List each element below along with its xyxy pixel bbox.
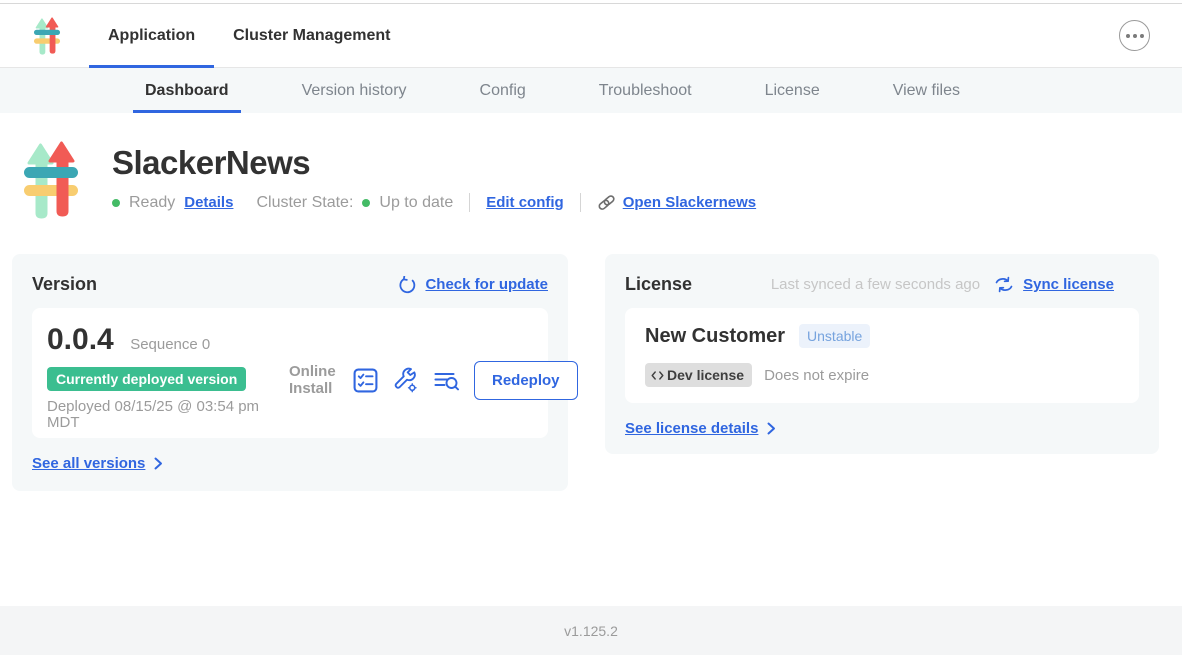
dashboard-cards: Version Check for update 0.0.4 Sequence bbox=[0, 220, 1182, 491]
tab-version-history[interactable]: Version history bbox=[290, 68, 419, 113]
license-details-panel: New Customer Unstable Dev license Does n… bbox=[625, 308, 1139, 403]
status-details-link[interactable]: Details bbox=[184, 194, 233, 211]
code-icon bbox=[651, 370, 664, 381]
license-card-title: License bbox=[625, 274, 692, 295]
app-sub-nav: Dashboard Version history Config Trouble… bbox=[0, 68, 1182, 113]
wrench-gear-icon bbox=[392, 367, 419, 394]
deployed-status-badge: Currently deployed version bbox=[47, 367, 246, 391]
app-header: SlackerNews Ready Details Cluster State:… bbox=[0, 113, 1182, 220]
version-number: 0.0.4 bbox=[47, 323, 114, 356]
console-version-text: v1.125.2 bbox=[564, 623, 618, 639]
tab-application-label: Application bbox=[108, 27, 195, 45]
version-actions: Online Install bbox=[289, 361, 578, 400]
check-for-update-link[interactable]: Check for update bbox=[425, 276, 548, 293]
nav-spacer bbox=[409, 4, 1119, 67]
refresh-icon bbox=[398, 276, 416, 294]
sync-license-link[interactable]: Sync license bbox=[1023, 276, 1114, 293]
open-app-link-label[interactable]: Open Slackernews bbox=[623, 194, 756, 211]
version-info: 0.0.4 Sequence 0 Currently deployed vers… bbox=[47, 323, 289, 438]
divider bbox=[580, 193, 581, 212]
page: Application Cluster Management Dashboard… bbox=[0, 0, 1182, 655]
brand-logo bbox=[33, 4, 61, 67]
chevron-right-icon bbox=[154, 457, 163, 470]
see-all-versions-link[interactable]: See all versions bbox=[32, 455, 145, 472]
more-menu-button[interactable] bbox=[1119, 20, 1150, 51]
sync-arrows-icon bbox=[994, 276, 1014, 293]
deploy-logs-button[interactable] bbox=[432, 368, 461, 394]
app-info: SlackerNews Ready Details Cluster State:… bbox=[112, 140, 756, 220]
preflight-checks-button[interactable] bbox=[352, 367, 379, 394]
tab-application[interactable]: Application bbox=[89, 4, 214, 67]
check-for-update-action[interactable]: Check for update bbox=[398, 276, 548, 294]
tab-dashboard[interactable]: Dashboard bbox=[133, 68, 241, 113]
preflight-checks-icon bbox=[352, 367, 379, 394]
edit-config-link[interactable]: Edit config bbox=[486, 194, 564, 211]
sync-license-action[interactable]: Sync license bbox=[994, 276, 1139, 293]
tab-license[interactable]: License bbox=[753, 68, 832, 113]
tab-config[interactable]: Config bbox=[468, 68, 538, 113]
current-version-panel: 0.0.4 Sequence 0 Currently deployed vers… bbox=[32, 308, 548, 438]
open-app-link[interactable]: Open Slackernews bbox=[597, 193, 756, 212]
version-sequence: Sequence 0 bbox=[130, 336, 210, 353]
tab-cluster-management[interactable]: Cluster Management bbox=[214, 4, 409, 67]
license-type-badge: Dev license bbox=[645, 363, 752, 387]
app-status-row: Ready Details Cluster State: Up to date … bbox=[112, 193, 756, 212]
license-card-header: License Last synced a few seconds ago Sy… bbox=[625, 274, 1139, 295]
link-chain-icon bbox=[597, 193, 616, 212]
divider bbox=[469, 193, 470, 212]
deployed-timestamp: Deployed 08/15/25 @ 03:54 pm MDT bbox=[47, 399, 279, 431]
channel-badge: Unstable bbox=[799, 324, 870, 348]
last-synced-text: Last synced a few seconds ago bbox=[771, 276, 980, 293]
redeploy-button[interactable]: Redeploy bbox=[474, 361, 578, 400]
tab-troubleshoot[interactable]: Troubleshoot bbox=[587, 68, 704, 113]
main-nav: Application Cluster Management bbox=[0, 4, 1182, 68]
main-content: SlackerNews Ready Details Cluster State:… bbox=[0, 113, 1182, 606]
license-card: License Last synced a few seconds ago Sy… bbox=[605, 254, 1159, 454]
chevron-right-icon bbox=[767, 422, 776, 435]
app-status-text: Ready bbox=[129, 194, 175, 212]
cluster-state-value: Up to date bbox=[379, 194, 453, 212]
app-status-dot bbox=[112, 199, 120, 207]
console-footer: v1.125.2 bbox=[0, 606, 1182, 655]
license-type-label: Dev license bbox=[667, 367, 744, 383]
see-license-details-link[interactable]: See license details bbox=[625, 420, 758, 437]
ellipsis-icon bbox=[1126, 34, 1130, 38]
cluster-state-dot bbox=[362, 199, 370, 207]
install-type-label: Online Install bbox=[289, 364, 339, 398]
customer-name: New Customer bbox=[645, 325, 785, 348]
version-card: Version Check for update 0.0.4 Sequence bbox=[12, 254, 568, 491]
cluster-state-label: Cluster State: bbox=[256, 194, 353, 212]
version-card-title: Version bbox=[32, 274, 97, 295]
version-card-header: Version Check for update bbox=[32, 274, 548, 295]
see-license-details-action[interactable]: See license details bbox=[625, 420, 1139, 437]
page-title: SlackerNews bbox=[112, 144, 756, 182]
slackernews-logo-icon bbox=[33, 16, 61, 56]
config-diff-button[interactable] bbox=[392, 367, 419, 394]
license-expiry-text: Does not expire bbox=[764, 367, 869, 384]
tab-cluster-management-label: Cluster Management bbox=[233, 27, 390, 45]
see-all-versions-action[interactable]: See all versions bbox=[32, 455, 548, 472]
tab-view-files[interactable]: View files bbox=[881, 68, 972, 113]
logs-search-icon bbox=[432, 368, 461, 394]
app-logo-icon bbox=[22, 140, 80, 220]
